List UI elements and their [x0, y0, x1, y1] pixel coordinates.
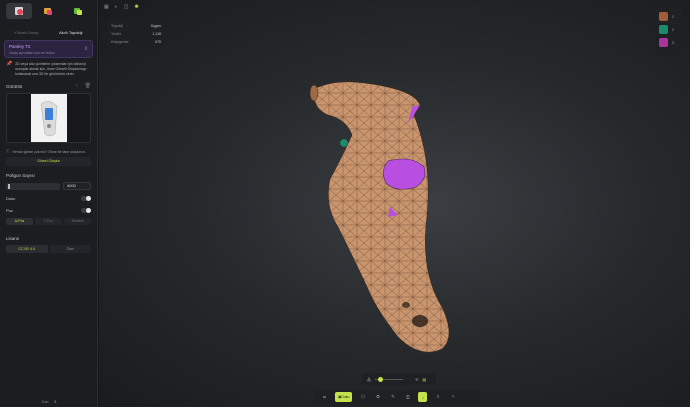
viewport-tools: ▦ ◐ ◫ ✺	[104, 4, 139, 10]
credits-count: 5	[54, 400, 57, 404]
texture-label: Doku	[6, 195, 16, 201]
color-item[interactable]: 3	[659, 38, 679, 47]
preview-header: Görüntü ♁ 🗑	[6, 81, 91, 91]
tab-high-detail[interactable]: Yüksek Detay	[4, 28, 49, 37]
layout-icon[interactable]: ▤	[422, 377, 426, 382]
model-name: Parsley T2	[9, 44, 31, 49]
brush-icon[interactable]: ✎	[388, 392, 397, 402]
delete-icon[interactable]: 🗑	[85, 83, 91, 89]
lightbulb-icon[interactable]: ♁	[75, 83, 79, 89]
model-desc: Geçiş ayrıntıları için en hızlısı	[9, 51, 55, 55]
lighting-icon[interactable]: ◐	[115, 4, 118, 10]
image-preview[interactable]	[6, 93, 91, 143]
credits: 2 on 5	[0, 400, 98, 404]
texture-toggle[interactable]	[81, 195, 91, 201]
poly-input[interactable]: 4000	[63, 182, 91, 190]
pose-options: A-Poz T-Poz Serbest	[6, 218, 91, 225]
viewport[interactable]: ▦ ◐ ◫ ✺ Topoloji Üçgen Yüzler 1,118 Köşege…	[99, 0, 690, 407]
nodes-icon[interactable]: ⁂	[367, 377, 371, 382]
model-select[interactable]: Parsley T2 Geçiş ayrıntıları için en hız…	[4, 40, 93, 58]
pose-a[interactable]: A-Poz	[6, 218, 33, 225]
stat-vertices: Köşegenler 575	[111, 40, 161, 44]
poly-header: Poligon Sayısı	[6, 170, 91, 180]
color-swatch-3	[659, 38, 668, 47]
stat-topology: Topoloji Üçgen	[111, 24, 161, 28]
preview-title: Görüntü	[6, 83, 23, 89]
reset-view-icon[interactable]: ⟲	[415, 377, 418, 382]
mode-switcher	[0, 0, 97, 22]
poly-row: 4000	[6, 182, 91, 190]
generate-image-button[interactable]: Görsel Oluştur	[6, 157, 91, 166]
poly-title: Poligon Sayısı	[6, 172, 35, 178]
pose-label: Poz	[6, 207, 13, 213]
camera-icon[interactable]: ◫	[124, 4, 129, 10]
material-colors: 1 2 3	[656, 8, 682, 55]
stat-faces: Yüzler 1,118	[111, 32, 161, 36]
info-icon: ⓘ	[6, 149, 10, 153]
share-icon[interactable]: ⇪	[433, 392, 442, 402]
notice-text: 2D veya düz çizimlerin çıkarımlar için d…	[15, 62, 87, 76]
wireframe-icon[interactable]: ⬡	[358, 392, 367, 402]
license-title: Lisans	[6, 235, 20, 241]
text-to-3d-icon[interactable]	[5, 3, 32, 19]
download-icon[interactable]: ↓	[418, 392, 428, 402]
color-swatch-1	[659, 12, 668, 21]
color-item[interactable]: 2	[659, 25, 679, 34]
display-panel	[383, 158, 426, 190]
poly-slider-thumb[interactable]	[8, 183, 10, 189]
settings-icon[interactable]: ⚙	[373, 392, 382, 402]
color-swatch-2	[659, 25, 668, 34]
texture-mode-button[interactable]: ▣ Doku	[335, 392, 353, 402]
license-options: CC BY 4.0 Özel	[6, 245, 91, 253]
pin-icon: 📌	[6, 61, 13, 67]
color-item[interactable]: 1	[659, 12, 679, 21]
texture-row: Doku	[6, 194, 91, 202]
license-private[interactable]: Özel	[49, 245, 91, 253]
suggest-row: ⓘ Henüz görsel yok mu? Önce bir tane olu…	[6, 149, 91, 154]
credits-time: 2 on	[41, 400, 49, 404]
license-header: Lisans	[6, 233, 91, 243]
valve-accent	[339, 138, 349, 148]
license-cc[interactable]: CC BY 4.0	[6, 245, 48, 253]
generation-tabs: Yüksek Detay Akıllı Topoloji	[4, 28, 93, 37]
pose-t[interactable]: T-Poz	[35, 218, 62, 225]
model-3d-render[interactable]	[294, 75, 494, 355]
lock-icon[interactable]: ⚿	[403, 392, 412, 402]
zoom-thumb[interactable]	[378, 376, 383, 382]
suggest-text: Henüz görsel yok mu? Önce bir tane oluşt…	[12, 149, 86, 154]
animate-icon[interactable]: ✧	[448, 392, 457, 402]
retexture-icon[interactable]	[65, 3, 91, 19]
grid-icon[interactable]: ▦	[104, 4, 109, 10]
zoom-slider[interactable]	[375, 376, 403, 382]
sun-icon[interactable]: ✺	[135, 4, 139, 10]
poly-slider[interactable]	[6, 182, 60, 190]
pose-row: Poz	[6, 206, 91, 214]
preview-thumbnail	[30, 94, 67, 142]
crop-icon[interactable]: ⌗	[320, 392, 329, 402]
bottom-toolbar: ⌗ ▣ Doku ⬡ ⚙ ✎ ⚿ ↓ ⇪ ✧	[314, 390, 480, 404]
mesh-stats: Topoloji Üçgen Yüzler 1,118 Köşegenler 575	[107, 20, 165, 48]
pose-toggle[interactable]	[81, 207, 91, 213]
sidebar: Yüksek Detay Akıllı Topoloji Parsley T2 …	[0, 0, 98, 407]
tab-smart-topology[interactable]: Akıllı Topoloji	[49, 28, 94, 37]
notice: 📌 2D veya düz çizimlerin çıkarımlar için…	[6, 62, 91, 77]
chevron-updown-icon: ⇕	[83, 46, 88, 52]
image-to-3d-icon[interactable]	[35, 3, 61, 19]
zoom-control: ⁂ ⟲ ▤	[362, 373, 436, 385]
pose-free[interactable]: Serbest	[64, 218, 91, 225]
